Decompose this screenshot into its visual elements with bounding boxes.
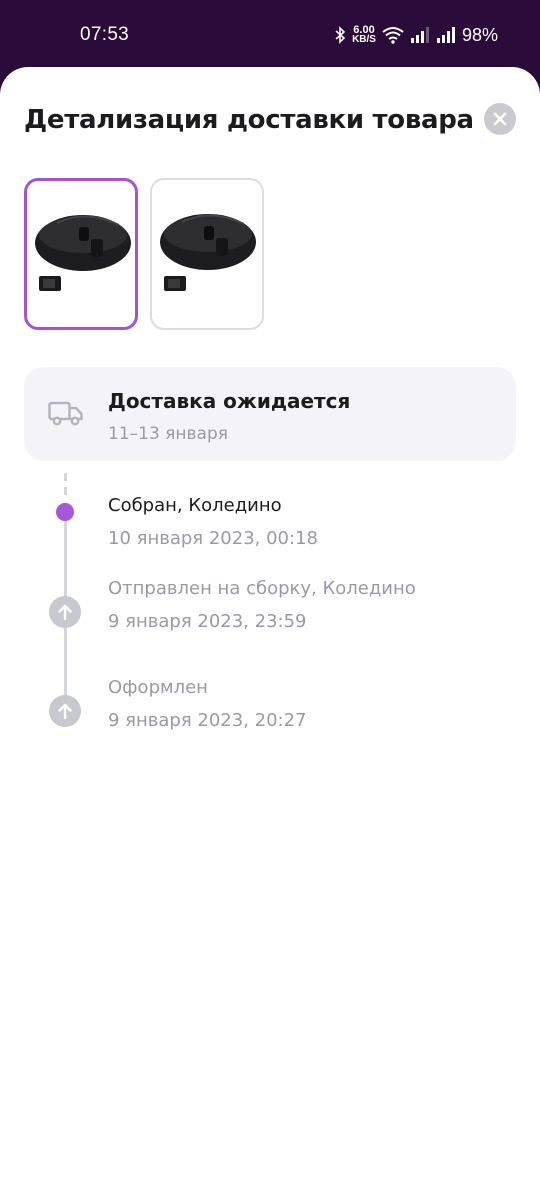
battery-level: 98% bbox=[461, 24, 498, 45]
timeline-past-dot bbox=[49, 596, 81, 628]
timeline-dash bbox=[64, 487, 67, 495]
truck-icon bbox=[48, 401, 83, 426]
timeline-event-title: Отправлен на сборку, Коледино bbox=[108, 578, 416, 599]
timeline-dash bbox=[64, 473, 67, 481]
network-speed-unit: KB/S bbox=[352, 34, 376, 45]
timeline-event-title: Собран, Коледино bbox=[108, 495, 282, 516]
mouse-image bbox=[35, 215, 131, 291]
timeline-current-dot bbox=[56, 503, 74, 521]
status-bar: 07:53 6.00 KB/S 98% bbox=[0, 0, 540, 70]
timeline-event-date: 9 января 2023, 23:59 bbox=[108, 611, 307, 632]
timeline-past-dot bbox=[49, 695, 81, 727]
status-time: 07:53 bbox=[80, 24, 130, 45]
timeline-event-date: 10 января 2023, 00:18 bbox=[108, 528, 318, 549]
timeline-event-date: 9 января 2023, 20:27 bbox=[108, 710, 307, 731]
product-thumbnail-selected[interactable] bbox=[24, 178, 138, 330]
timeline-event-title: Оформлен bbox=[108, 677, 208, 698]
network-speed: 6.00 KB/S bbox=[352, 25, 376, 45]
arrow-up-icon bbox=[58, 703, 72, 719]
delivery-status-card: Доставка ожидается 11–13 января bbox=[24, 367, 516, 461]
signal-icon bbox=[410, 27, 429, 43]
close-icon bbox=[493, 112, 507, 126]
arrow-up-icon bbox=[58, 604, 72, 620]
product-thumbnail[interactable] bbox=[150, 178, 264, 330]
status-icons: 6.00 KB/S 98% bbox=[334, 22, 498, 48]
delivery-date: 11–13 января bbox=[108, 424, 228, 444]
sheet-title: Детализация доставки товара bbox=[24, 105, 474, 135]
delivery-status: Доставка ожидается bbox=[108, 389, 351, 413]
mouse-image bbox=[160, 214, 256, 291]
signal-icon bbox=[436, 27, 455, 43]
delivery-details-sheet: Детализация доставки товара Доставка ожи… bbox=[0, 67, 540, 1200]
close-button[interactable] bbox=[484, 103, 516, 135]
wifi-icon bbox=[382, 27, 404, 44]
bluetooth-icon bbox=[335, 26, 346, 44]
